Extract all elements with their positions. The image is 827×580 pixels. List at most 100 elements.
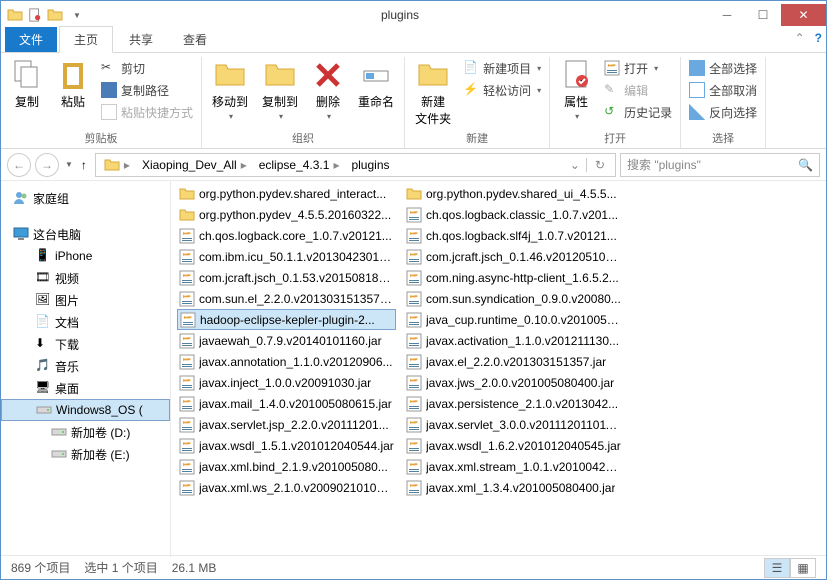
status-count: 869 个项目 [11, 559, 70, 576]
copypath-button[interactable]: 复制路径 [97, 79, 197, 101]
paste-button[interactable]: 粘贴 [51, 57, 95, 112]
scissors-icon: ✂ [101, 60, 117, 76]
file-name: ch.qos.logback.classic_1.0.7.v201... [426, 208, 618, 222]
file-item[interactable]: javaewah_0.7.9.v20140101160.jar [177, 330, 396, 351]
copyto-button[interactable]: 复制到▾ [256, 57, 304, 123]
file-name: com.ning.async-http-client_1.6.5.2... [426, 271, 619, 285]
qat-props-icon[interactable] [27, 7, 43, 23]
tree-videos[interactable]: 🎞视频 [1, 267, 170, 289]
invert-button[interactable]: 反向选择 [685, 101, 761, 123]
tree-win8[interactable]: Windows8_OS ( [1, 399, 170, 421]
tab-file[interactable]: 文件 [5, 27, 57, 52]
file-item[interactable]: org.python.pydev_4.5.5.20160322... [177, 204, 396, 225]
file-item[interactable]: javax.wsdl_1.6.2.v201012040545.jar [404, 435, 623, 456]
cut-button[interactable]: ✂剪切 [97, 57, 197, 79]
file-item[interactable]: org.python.pydev.shared_interact... [177, 183, 396, 204]
file-list[interactable]: org.python.pydev.shared_interact... org.p… [171, 181, 826, 557]
file-item[interactable]: javax.servlet_3.0.0.v201112011011... [404, 414, 623, 435]
up-button[interactable]: ↑ [77, 158, 91, 172]
delete-button[interactable]: 删除▾ [306, 57, 350, 123]
file-item[interactable]: java_cup.runtime_0.10.0.v2010050... [404, 309, 623, 330]
breadcrumb[interactable]: ▸ Xiaoping_Dev_All▸ eclipse_4.3.1▸ plugi… [95, 153, 616, 177]
open-button[interactable]: 打开▾ [600, 57, 676, 79]
tree-iphone[interactable]: 📱iPhone [1, 245, 170, 267]
file-item[interactable]: org.python.pydev.shared_ui_4.5.5... [404, 183, 623, 204]
file-item[interactable]: javax.annotation_1.1.0.v20120906... [177, 351, 396, 372]
minimize-button[interactable]: ─ [709, 4, 745, 26]
view-icons-button[interactable]: ▦ [790, 558, 816, 578]
moveto-button[interactable]: 移动到▾ [206, 57, 254, 123]
file-name: javax.xml.stream_1.0.1.v20100427... [426, 460, 621, 474]
file-name: com.ibm.icu_50.1.1.v201304230130... [199, 250, 394, 264]
help-icon[interactable]: ? [815, 31, 822, 45]
file-item[interactable]: ch.qos.logback.classic_1.0.7.v201... [404, 204, 623, 225]
file-item[interactable]: javax.xml_1.3.4.v201005080400.jar [404, 477, 623, 498]
history-button[interactable]: ↺历史记录 [600, 101, 676, 123]
collapse-ribbon-icon[interactable]: ⌃ [795, 31, 805, 45]
paste-shortcut-button: 粘贴快捷方式 [97, 101, 197, 123]
search-input[interactable]: 搜索 "plugins" 🔍 [620, 153, 820, 177]
file-item[interactable]: hadoop-eclipse-kepler-plugin-2... [177, 309, 396, 330]
file-item[interactable]: javax.jws_2.0.0.v201005080400.jar [404, 372, 623, 393]
file-item[interactable]: javax.xml.ws_2.1.0.v200902101052... [177, 477, 396, 498]
tree-music[interactable]: 🎵音乐 [1, 355, 170, 377]
tree-thispc[interactable]: 这台电脑 [1, 223, 170, 245]
folder-icon[interactable] [7, 7, 23, 23]
selectall-button[interactable]: 全部选择 [685, 57, 761, 79]
file-name: javaewah_0.7.9.v20140101160.jar [199, 334, 382, 348]
file-item[interactable]: ch.qos.logback.slf4j_1.0.7.v20121... [404, 225, 623, 246]
tree-drive-e[interactable]: 新加卷 (E:) [1, 443, 170, 465]
file-item[interactable]: javax.mail_1.4.0.v201005080615.jar [177, 393, 396, 414]
close-button[interactable]: ✕ [781, 4, 826, 26]
file-name: org.python.pydev.shared_interact... [199, 187, 386, 201]
tree-documents[interactable]: 📄文档 [1, 311, 170, 333]
file-name: javax.xml.bind_2.1.9.v201005080... [199, 460, 388, 474]
file-name: javax.annotation_1.1.0.v20120906... [199, 355, 393, 369]
file-item[interactable]: javax.inject_1.0.0.v20091030.jar [177, 372, 396, 393]
newitem-button[interactable]: 📄新建项目▾ [459, 57, 545, 79]
file-item[interactable]: com.ning.async-http-client_1.6.5.2... [404, 267, 623, 288]
tab-share[interactable]: 共享 [115, 27, 167, 52]
file-item[interactable]: javax.servlet.jsp_2.2.0.v20111201... [177, 414, 396, 435]
file-item[interactable]: com.jcraft.jsch_0.1.53.v201508180... [177, 267, 396, 288]
file-item[interactable]: com.sun.el_2.2.0.v201303151357.j... [177, 288, 396, 309]
file-item[interactable]: com.ibm.icu_50.1.1.v201304230130... [177, 246, 396, 267]
forward-button[interactable]: → [35, 153, 59, 177]
view-details-button[interactable]: ☰ [764, 558, 790, 578]
file-name: ch.qos.logback.core_1.0.7.v20121... [199, 229, 392, 243]
breadcrumb-dropdown[interactable]: ⌄ [564, 158, 586, 172]
easyaccess-button[interactable]: ⚡轻松访问▾ [459, 79, 545, 101]
tree-downloads[interactable]: ⬇下载 [1, 333, 170, 355]
nav-tree[interactable]: 家庭组 这台电脑 📱iPhone 🎞视频 🖼图片 📄文档 ⬇下载 🎵音乐 🖥桌面… [1, 181, 171, 557]
recent-dropdown[interactable]: ▼ [65, 160, 73, 169]
qat-dropdown[interactable]: ▼ [69, 7, 85, 23]
window-title: plugins [91, 8, 709, 22]
file-item[interactable]: javax.wsdl_1.5.1.v201012040544.jar [177, 435, 396, 456]
file-item[interactable]: javax.xml.stream_1.0.1.v20100427... [404, 456, 623, 477]
file-item[interactable]: javax.xml.bind_2.1.9.v201005080... [177, 456, 396, 477]
qat-newfolder-icon[interactable] [47, 7, 63, 23]
file-item[interactable]: javax.el_2.2.0.v201303151357.jar [404, 351, 623, 372]
refresh-button[interactable]: ↻ [586, 158, 613, 172]
newfolder-button[interactable]: 新建 文件夹 [409, 57, 457, 129]
tree-pictures[interactable]: 🖼图片 [1, 289, 170, 311]
file-item[interactable]: javax.persistence_2.1.0.v2013042... [404, 393, 623, 414]
search-icon: 🔍 [798, 158, 813, 172]
tree-drive-d[interactable]: 新加卷 (D:) [1, 421, 170, 443]
properties-button[interactable]: 属性▾ [554, 57, 598, 123]
tab-view[interactable]: 查看 [169, 27, 221, 52]
rename-button[interactable]: 重命名 [352, 57, 400, 112]
tab-home[interactable]: 主页 [59, 26, 113, 53]
tree-homegroup[interactable]: 家庭组 [1, 187, 170, 209]
back-button[interactable]: ← [7, 153, 31, 177]
selectnone-button[interactable]: 全部取消 [685, 79, 761, 101]
copy-button[interactable]: 复制 [5, 57, 49, 112]
file-name: ch.qos.logback.slf4j_1.0.7.v20121... [426, 229, 617, 243]
file-item[interactable]: javax.activation_1.1.0.v201211130... [404, 330, 623, 351]
tree-desktop[interactable]: 🖥桌面 [1, 377, 170, 399]
file-item[interactable]: com.sun.syndication_0.9.0.v20080... [404, 288, 623, 309]
file-item[interactable]: ch.qos.logback.core_1.0.7.v20121... [177, 225, 396, 246]
edit-icon: ✎ [604, 82, 620, 98]
file-item[interactable]: com.jcraft.jsch_0.1.46.v2012051020... [404, 246, 623, 267]
maximize-button[interactable]: ☐ [745, 4, 781, 26]
